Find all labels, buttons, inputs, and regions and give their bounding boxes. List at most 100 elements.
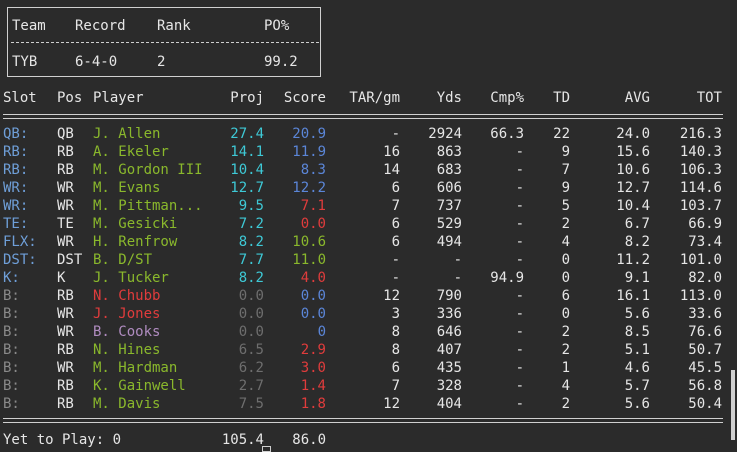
row-tar-gm: 3 (391, 306, 400, 322)
row-slot: B: (3, 324, 20, 340)
row-yds: 407 (436, 342, 462, 358)
row-tar-gm: 12 (383, 288, 400, 304)
row-pos: WR (57, 198, 74, 214)
row-pos: WR (57, 306, 74, 322)
row-pos: K (57, 270, 66, 286)
row-avg: 24.0 (616, 126, 650, 142)
team-summary-value-record: 6-4-0 (75, 54, 118, 70)
row-yds: 328 (436, 378, 462, 394)
column-header-tot: TOT (696, 90, 722, 106)
row-cmp-pct: - (515, 342, 524, 358)
row-yds: - (453, 252, 462, 268)
row-tot: 45.5 (688, 360, 722, 376)
row-td: 2 (561, 342, 570, 358)
row-td: 6 (561, 288, 570, 304)
row-td: 5 (561, 198, 570, 214)
team-summary-header-record: Record (75, 18, 126, 34)
row-tar-gm: 8 (391, 342, 400, 358)
row-yds: 683 (436, 162, 462, 178)
row-pos: RB (57, 342, 74, 358)
column-header-pos: Pos (57, 90, 83, 106)
row-score: 4.0 (300, 270, 326, 286)
row-proj: 7.5 (238, 396, 264, 412)
row-tar-gm: 14 (383, 162, 400, 178)
row-pos: WR (57, 324, 74, 340)
row-avg: 8.2 (624, 234, 650, 250)
team-summary-header-rank: Rank (157, 18, 191, 34)
row-cmp-pct: - (515, 216, 524, 232)
row-player: M. Gordon III (93, 162, 203, 178)
row-player: K. Gainwell (93, 378, 186, 394)
row-slot: B: (3, 288, 20, 304)
row-pos: WR (57, 180, 74, 196)
column-header-proj: Proj (230, 90, 264, 106)
row-pos: DST (57, 252, 83, 268)
row-tar-gm: 6 (391, 360, 400, 376)
row-player: M. Pittman... (93, 198, 203, 214)
row-yds: 863 (436, 144, 462, 160)
yet-to-play-label: Yet to Play: 0 (3, 432, 122, 448)
row-avg: 5.6 (624, 306, 650, 322)
row-tar-gm: - (391, 270, 400, 286)
row-score: 2.9 (300, 342, 326, 358)
row-tar-gm: 16 (383, 144, 400, 160)
terminal-cursor (262, 446, 271, 452)
proj-total: 105.4 (221, 432, 264, 448)
row-yds: 737 (436, 198, 462, 214)
row-avg: 9.1 (624, 270, 650, 286)
row-tot: 73.4 (688, 234, 722, 250)
row-score: 0 (317, 324, 326, 340)
row-player: J. Allen (93, 126, 161, 142)
row-tar-gm: 7 (391, 378, 400, 394)
header-divider (3, 114, 723, 119)
row-avg: 15.6 (616, 144, 650, 160)
row-td: 4 (561, 378, 570, 394)
row-pos: RB (57, 162, 74, 178)
row-player: A. Ekeler (93, 144, 169, 160)
row-pos: QB (57, 126, 74, 142)
row-proj: 14.1 (230, 144, 264, 160)
row-yds: 646 (436, 324, 462, 340)
row-score: 10.6 (292, 234, 326, 250)
row-score: 7.1 (300, 198, 326, 214)
row-tar-gm: 12 (383, 396, 400, 412)
scrollbar-thumb[interactable] (731, 370, 735, 440)
row-pos: RB (57, 144, 74, 160)
row-player: B. Cooks (93, 324, 161, 340)
row-td: 2 (561, 216, 570, 232)
row-player: M. Hardman (93, 360, 178, 376)
row-td: 2 (561, 324, 570, 340)
row-td: 1 (561, 360, 570, 376)
team-summary-value-po-pct: 99.2 (264, 54, 298, 70)
row-td: 4 (561, 234, 570, 250)
row-tar-gm: - (391, 126, 400, 142)
row-tot: 114.6 (679, 180, 722, 196)
row-tot: 76.6 (688, 324, 722, 340)
row-proj: 27.4 (230, 126, 264, 142)
row-slot: B: (3, 396, 20, 412)
row-td: 2 (561, 396, 570, 412)
row-td: 22 (553, 126, 570, 142)
row-cmp-pct: - (515, 198, 524, 214)
row-tot: 33.6 (688, 306, 722, 322)
row-slot: WR: (3, 180, 29, 196)
row-avg: 6.7 (624, 216, 650, 232)
row-tar-gm: 6 (391, 180, 400, 196)
row-tot: 56.8 (688, 378, 722, 394)
row-score: 0.0 (300, 216, 326, 232)
row-tot: 113.0 (679, 288, 722, 304)
row-score: 8.3 (300, 162, 326, 178)
row-avg: 10.6 (616, 162, 650, 178)
row-proj: 10.4 (230, 162, 264, 178)
column-header-score: Score (283, 90, 326, 106)
row-tot: 82.0 (688, 270, 722, 286)
team-summary-value-rank: 2 (157, 54, 166, 70)
row-td: 9 (561, 180, 570, 196)
row-player: H. Renfrow (93, 234, 178, 250)
row-avg: 16.1 (616, 288, 650, 304)
row-slot: DST: (3, 252, 37, 268)
row-cmp-pct: - (515, 234, 524, 250)
row-proj: 2.7 (238, 378, 264, 394)
team-summary-header-po-pct: PO% (264, 18, 290, 34)
row-proj: 7.7 (238, 252, 264, 268)
